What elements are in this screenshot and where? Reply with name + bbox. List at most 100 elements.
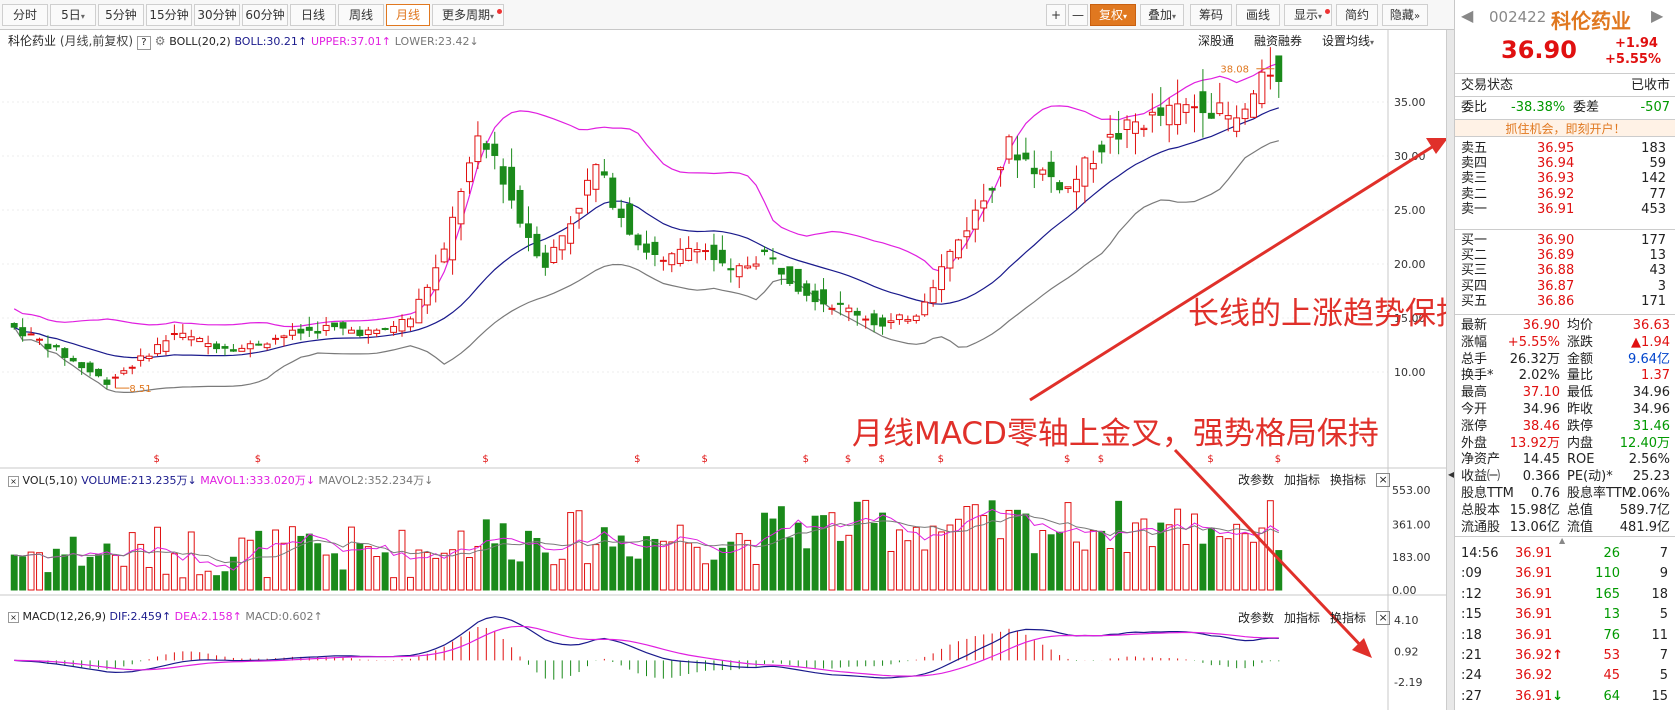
link-margin[interactable]: 融资融券 (1254, 32, 1302, 49)
stat-key: 金额 (1567, 351, 1594, 367)
stat-key: 换手* (1461, 368, 1494, 384)
vol-switch-indicator-button[interactable]: 换指标 (1330, 471, 1366, 488)
stat-key: 昨收 (1567, 402, 1594, 417)
volume-bar (36, 552, 43, 591)
macd-add-indicator-button[interactable]: 加指标 (1284, 609, 1320, 626)
draw-button[interactable]: 画线 (1236, 4, 1280, 26)
volume-bar (693, 546, 701, 591)
candle-body (997, 167, 1005, 171)
candle-body (1022, 152, 1030, 160)
stat-key: 外盘 (1461, 435, 1488, 451)
vol-close-mini-icon[interactable]: × (8, 476, 19, 487)
period-tab-5min[interactable]: 5分钟 (98, 4, 144, 26)
display-button[interactable]: 显示▾ (1284, 4, 1332, 26)
close-icon[interactable]: × (1376, 472, 1391, 487)
period-tab-30min[interactable]: 30分钟 (194, 4, 240, 26)
vol-add-indicator-button[interactable]: 加指标 (1284, 471, 1320, 488)
stat-row: 最高 37.10 最低 34.96 (1455, 384, 1675, 401)
period-tab-60min[interactable]: 60分钟 (242, 4, 288, 26)
vol-label: VOL(5,10) (22, 474, 78, 487)
stat-key: 今开 (1461, 402, 1488, 417)
tick-price: 36.91 (1515, 586, 1552, 603)
period-tab-weekly[interactable]: 周线 (338, 4, 384, 26)
period-tab-minute[interactable]: 分时 (2, 4, 48, 26)
tick-price: 36.91↓ (1515, 688, 1563, 705)
volume-bar (499, 523, 507, 591)
caret-up-icon[interactable]: ▲ (1559, 536, 1565, 545)
volume-bar (255, 530, 263, 591)
panel-splitter[interactable]: ◀ (1446, 30, 1454, 710)
candle-body (980, 200, 988, 209)
tick-price-value: 36.91 (1515, 546, 1553, 561)
volume-bar (803, 548, 811, 591)
volume-bar (651, 538, 659, 591)
volume-bar (196, 574, 204, 591)
volume-bar (879, 512, 887, 591)
prev-stock-icon[interactable]: ◀ (1461, 6, 1473, 25)
zoom-out-button[interactable]: — (1068, 4, 1088, 26)
dividend-marker-icon: $ (634, 454, 640, 465)
volume-bar (373, 556, 381, 591)
volume-bar (154, 526, 161, 591)
stat-value: 9.64亿 (1628, 351, 1670, 367)
tick-price: 36.92 (1515, 667, 1552, 684)
overlay-button[interactable]: 叠加▾ (1140, 4, 1184, 26)
volume-bar (516, 561, 524, 591)
volume-bar (1081, 549, 1089, 591)
candle-body (1241, 108, 1249, 120)
candle-body (179, 332, 187, 339)
candle-body (1073, 178, 1080, 193)
period-tab-monthly[interactable]: 月线 (386, 4, 430, 26)
macd-switch-indicator-button[interactable]: 换指标 (1330, 609, 1366, 626)
candle-body (921, 301, 929, 316)
stat-row: 涨幅 +5.55% 涨跌 ▲1.94 (1455, 334, 1675, 351)
chevron-down-icon: ▾ (1172, 12, 1177, 21)
chevron-down-icon: ▾ (1318, 12, 1323, 21)
stat-value: 589.7亿 (1619, 502, 1670, 518)
arrow-down-icon: ↓ (305, 474, 316, 487)
zoom-in-button[interactable]: + (1046, 4, 1066, 26)
tick-time: :24 (1461, 668, 1482, 684)
close-icon[interactable]: × (1376, 610, 1391, 625)
period-tab-15min[interactable]: 15分钟 (146, 4, 192, 26)
high-price-label: 38.08 (1220, 65, 1249, 76)
dividend-marker-icon: $ (879, 454, 885, 465)
candle-body (95, 368, 102, 377)
volume-bar (997, 538, 1005, 591)
candle-body (86, 362, 94, 373)
candle-body (895, 314, 903, 321)
tick-price: 36.91 (1515, 627, 1552, 644)
chips-button[interactable]: 筹码 (1190, 4, 1232, 26)
stat-key: 最低 (1567, 385, 1594, 401)
macd-edit-params-button[interactable]: 改参数 (1238, 609, 1274, 626)
period-tab-more[interactable]: 更多周期▾ (432, 4, 504, 26)
period-toolbar: 分时 5日▾ 5分钟 15分钟 30分钟 60分钟 日线 周线 月线 更多周期▾… (0, 0, 1454, 30)
vol-edit-params-button[interactable]: 改参数 (1238, 471, 1274, 488)
help-icon[interactable]: ? (136, 36, 151, 50)
lower-value: LOWER:23.42 (394, 35, 470, 48)
volume-bar (398, 529, 406, 591)
kline-chart[interactable]: $ $ $ $ $ $ $ $ $ $ $ $ $ 35.0030.0025.0020.0015.001… (0, 30, 1446, 710)
dividend-marker-icon: $ (803, 454, 809, 465)
period-tab-daily[interactable]: 日线 (290, 4, 336, 26)
tick-price-value: 36.91 (1515, 607, 1553, 623)
candle-body (415, 298, 423, 324)
promo-link[interactable]: 抓住机会，即刻开户！ (1455, 119, 1675, 137)
volume-bar (533, 537, 541, 591)
stat-value: 26.32万 (1509, 351, 1560, 367)
simple-button[interactable]: 简约 (1336, 4, 1378, 26)
adjust-button[interactable]: 复权▾ (1090, 4, 1136, 26)
tick-time: :12 (1461, 586, 1482, 602)
period-tab-5day[interactable]: 5日▾ (50, 4, 96, 26)
volume-bar (347, 526, 355, 591)
hide-button[interactable]: 隐藏» (1382, 4, 1428, 26)
next-stock-icon[interactable]: ▶ (1651, 6, 1663, 25)
link-hk-connect[interactable]: 深股通 (1198, 32, 1234, 49)
gear-icon[interactable]: ⚙ (155, 34, 166, 48)
macd-close-mini-icon[interactable]: × (8, 612, 19, 623)
arrow-down-icon: ↓ (187, 474, 197, 487)
stat-row: 今开 34.96 昨收 34.96 (1455, 401, 1675, 418)
tick-row: :09 36.91 110 9 (1455, 565, 1675, 582)
link-ma-settings[interactable]: 设置均线▾ (1322, 32, 1374, 49)
tick-price: 36.91 (1515, 565, 1552, 582)
